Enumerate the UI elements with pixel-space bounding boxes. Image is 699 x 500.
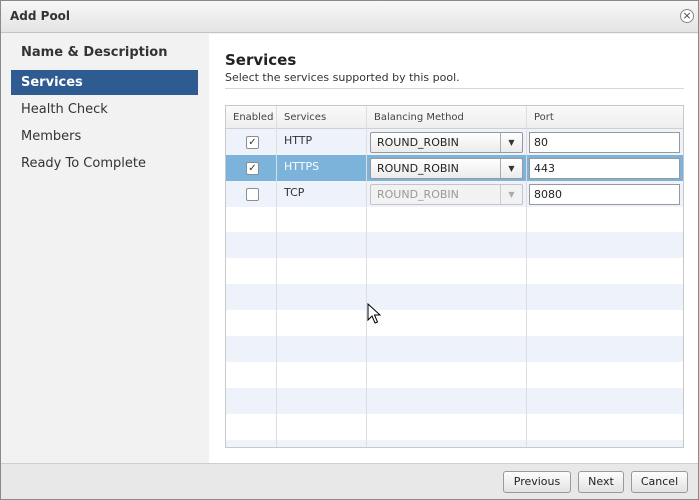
empty-row (226, 388, 683, 414)
empty-row (226, 258, 683, 284)
empty-row (226, 362, 683, 388)
balancing-method-select-http[interactable]: ROUND_ROBIN ▼ (370, 132, 523, 153)
port-input-https[interactable] (529, 158, 680, 179)
grid-header: Enabled Services Balancing Method Port (226, 106, 683, 129)
column-divider (526, 106, 527, 447)
enabled-checkbox-http[interactable]: ✓ (246, 136, 259, 149)
previous-button[interactable]: Previous (503, 471, 571, 493)
service-name: HTTPS (284, 160, 320, 173)
column-header-port[interactable]: Port (527, 106, 554, 129)
column-header-balancing-method[interactable]: Balancing Method (367, 106, 464, 129)
empty-row (226, 440, 683, 447)
table-row[interactable]: ✓ HTTPS ROUND_ROBIN ▼ (226, 155, 683, 181)
services-grid: Enabled Services Balancing Method Port ✓… (225, 105, 684, 448)
empty-row (226, 284, 683, 310)
empty-row (226, 206, 683, 232)
add-pool-dialog: Add Pool × Name & Description Services H… (0, 0, 699, 500)
empty-row (226, 414, 683, 440)
sidebar-item-health-check[interactable]: Health Check (11, 97, 198, 122)
wizard-sidebar: Name & Description Services Health Check… (1, 34, 209, 463)
empty-row (226, 336, 683, 362)
port-input-http[interactable] (529, 132, 680, 153)
service-name: HTTP (284, 134, 313, 147)
port-input-tcp[interactable] (529, 184, 680, 205)
empty-row (226, 232, 683, 258)
service-name: TCP (284, 186, 305, 199)
divider (225, 88, 684, 89)
sidebar-item-ready-to-complete[interactable]: Ready To Complete (11, 151, 198, 176)
chevron-down-icon[interactable]: ▼ (500, 159, 522, 178)
dialog-titlebar: Add Pool × (1, 1, 698, 33)
chevron-down-icon: ▼ (500, 185, 522, 204)
enabled-checkbox-https[interactable]: ✓ (246, 162, 259, 175)
balancing-method-select-https[interactable]: ROUND_ROBIN ▼ (370, 158, 523, 179)
sidebar-item-services[interactable]: Services (11, 70, 198, 95)
table-row[interactable]: ✓ HTTP ROUND_ROBIN ▼ (226, 129, 683, 155)
sidebar-item-members[interactable]: Members (11, 124, 198, 149)
sidebar-item-name-description[interactable]: Name & Description (11, 40, 198, 65)
column-header-enabled[interactable]: Enabled (226, 106, 273, 129)
empty-row (226, 310, 683, 336)
balancing-method-value: ROUND_ROBIN (377, 136, 459, 149)
close-icon[interactable]: × (680, 9, 694, 23)
balancing-method-select-tcp: ROUND_ROBIN ▼ (370, 184, 523, 205)
chevron-down-icon[interactable]: ▼ (500, 133, 522, 152)
next-button[interactable]: Next (578, 471, 624, 493)
dialog-title: Add Pool (10, 9, 71, 23)
enabled-checkbox-tcp[interactable] (246, 188, 259, 201)
page-title: Services (225, 51, 297, 69)
balancing-method-value: ROUND_ROBIN (377, 188, 459, 201)
cancel-button[interactable]: Cancel (631, 471, 688, 493)
mouse-cursor-icon (367, 303, 381, 324)
table-row[interactable]: TCP ROUND_ROBIN ▼ (226, 181, 683, 207)
column-header-services[interactable]: Services (277, 106, 326, 129)
dialog-footer: Previous Next Cancel (1, 463, 698, 499)
column-divider (276, 106, 277, 447)
page-subtitle: Select the services supported by this po… (225, 71, 460, 84)
services-panel: Services Select the services supported b… (209, 34, 698, 463)
balancing-method-value: ROUND_ROBIN (377, 162, 459, 175)
column-divider (366, 106, 367, 447)
